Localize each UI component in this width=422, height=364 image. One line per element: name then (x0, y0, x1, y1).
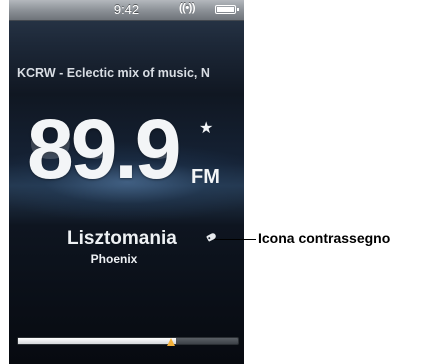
callout-line (214, 239, 256, 240)
favorite-star-icon[interactable]: ★ (199, 118, 213, 138)
artist-name: Phoenix (90, 252, 138, 266)
tuner-fill (18, 338, 177, 344)
page: 9:42 ((•)) KCRW - Eclectic mix of music,… (0, 0, 422, 364)
frequency-reflection: 89.9 (27, 140, 179, 174)
status-time: 9:42 (113, 2, 140, 17)
device-screen: 9:42 ((•)) KCRW - Eclectic mix of music,… (9, 0, 244, 364)
song-title: Lisztomania (67, 228, 177, 249)
tag-icon[interactable] (206, 232, 217, 242)
band-label: FM (191, 166, 220, 188)
tuner-slider[interactable] (17, 337, 239, 345)
station-info-text: KCRW - Eclectic mix of music, N (17, 66, 210, 80)
radio-signal-icon: ((•)) (179, 2, 196, 14)
callout-label: Icona contrassegno (258, 230, 391, 246)
status-bar: 9:42 ((•)) (9, 0, 244, 21)
tuner-indicator[interactable] (167, 338, 175, 346)
battery-icon (215, 5, 239, 14)
